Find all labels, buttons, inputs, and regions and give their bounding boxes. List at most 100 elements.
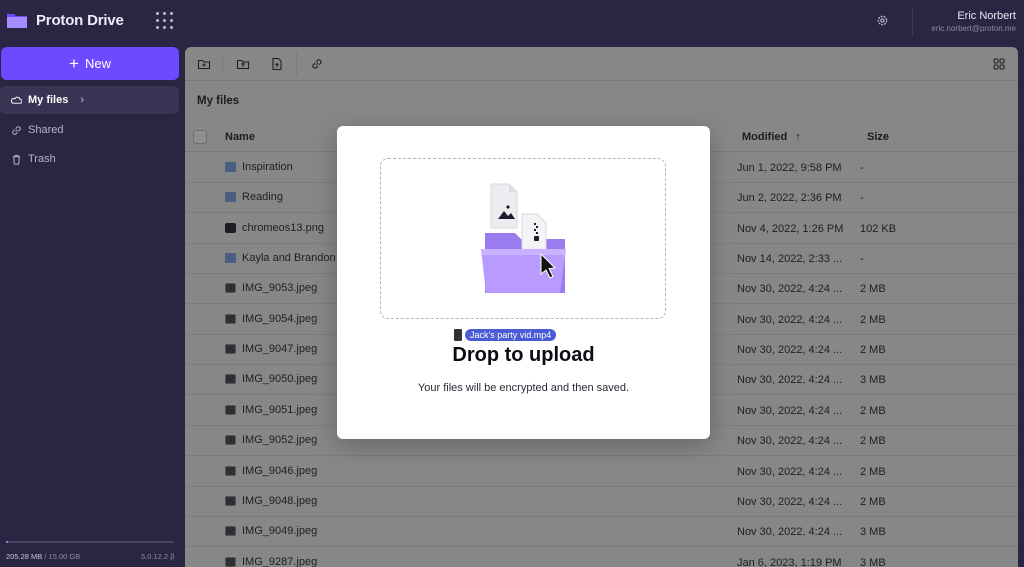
file-modified: Nov 30, 2022, 4:24 ... bbox=[737, 465, 843, 478]
video-file-icon bbox=[454, 329, 462, 341]
folder-icon bbox=[225, 192, 236, 203]
image-file-icon bbox=[225, 556, 236, 567]
sort-ascending-icon: ↑ bbox=[795, 131, 801, 143]
user-email: eric.norbert@proton.me bbox=[931, 24, 1016, 33]
sidebar-item-label: Trash bbox=[28, 153, 56, 165]
file-modified: Jan 6, 2023, 1:19 PM bbox=[737, 556, 842, 567]
sidebar-item-label: My files bbox=[28, 94, 69, 106]
trash-icon bbox=[12, 154, 21, 165]
drop-upload-dialog: Jack's party vid.mp4 Drop to upload Your… bbox=[337, 126, 710, 439]
table-row[interactable]: IMG_9048.jpeg Nov 30, 2022, 4:24 ... 2 MB bbox=[185, 487, 1018, 517]
link-icon bbox=[12, 125, 21, 135]
image-file-icon bbox=[225, 404, 236, 415]
file-size: 2 MB bbox=[860, 435, 886, 448]
app-version: 5.0.12.2 β bbox=[141, 552, 175, 561]
file-size: 2 MB bbox=[860, 344, 886, 357]
file-name: IMG_9046.jpeg bbox=[242, 464, 318, 477]
file-name-cell: IMG_9048.jpeg bbox=[225, 495, 317, 507]
apps-grid-icon[interactable] bbox=[156, 12, 174, 30]
upload-file-icon[interactable] bbox=[270, 57, 284, 71]
file-size: 3 MB bbox=[860, 374, 886, 387]
proton-drive-logo-icon bbox=[7, 14, 27, 28]
column-header-size[interactable]: Size bbox=[867, 131, 889, 143]
grid-view-icon[interactable] bbox=[992, 57, 1006, 71]
file-modified: Nov 30, 2022, 4:24 ... bbox=[737, 283, 843, 296]
file-size: - bbox=[860, 162, 864, 174]
new-folder-icon[interactable] bbox=[197, 57, 211, 71]
sidebar-item-shared[interactable]: Shared bbox=[0, 116, 179, 144]
column-header-modified-label: Modified bbox=[742, 131, 788, 143]
storage-total: / 15.00 GB bbox=[44, 552, 81, 561]
file-size: - bbox=[860, 253, 864, 266]
column-header-name[interactable]: Name bbox=[225, 131, 255, 143]
table-row[interactable]: IMG_9046.jpeg Nov 30, 2022, 4:24 ... 2 MB bbox=[185, 457, 1018, 487]
file-size: 2 MB bbox=[860, 465, 886, 478]
cloud-icon bbox=[11, 96, 22, 104]
image-file-icon bbox=[225, 283, 236, 294]
toolbar bbox=[185, 47, 1018, 81]
file-name-cell: IMG_9054.jpeg bbox=[225, 313, 317, 325]
table-row[interactable]: IMG_9049.jpeg Nov 30, 2022, 4:24 ... 3 MB bbox=[185, 517, 1018, 548]
new-button-label: New bbox=[84, 56, 111, 71]
file-modified: Nov 30, 2022, 4:24 ... bbox=[737, 495, 843, 508]
file-name: IMG_9051.jpeg bbox=[242, 403, 318, 416]
new-button[interactable]: + New bbox=[1, 47, 179, 80]
file-name: IMG_9048.jpeg bbox=[242, 494, 318, 507]
image-file-icon bbox=[225, 495, 236, 506]
sidebar-item-my-files[interactable]: My files › bbox=[0, 86, 179, 114]
select-all-checkbox[interactable] bbox=[193, 130, 207, 144]
table-row[interactable]: IMG_9287.jpeg Jan 6, 2023, 1:19 PM 3 MB bbox=[185, 548, 1018, 567]
file-size: 2 MB bbox=[860, 404, 886, 417]
storage-used: 205.28 MB bbox=[6, 552, 43, 561]
file-name: IMG_9052.jpeg bbox=[242, 434, 318, 447]
sidebar-item-trash[interactable]: Trash bbox=[0, 145, 179, 173]
user-name: Eric Norbert bbox=[957, 10, 1016, 22]
top-bar: Proton Drive Eric Norbert eric.norbert@p… bbox=[0, 0, 1024, 44]
upload-folder-icon[interactable] bbox=[236, 57, 250, 71]
file-name: IMG_9054.jpeg bbox=[242, 312, 318, 325]
file-size: 2 MB bbox=[860, 283, 886, 296]
file-name-cell: Inspiration bbox=[225, 161, 293, 173]
dialog-subtitle: Your files will be encrypted and then sa… bbox=[417, 382, 630, 394]
file-name-cell: IMG_9287.jpeg bbox=[225, 556, 317, 567]
image-file-icon bbox=[225, 435, 236, 446]
file-modified: Nov 30, 2022, 4:24 ... bbox=[737, 313, 843, 326]
folder-icon bbox=[225, 253, 236, 264]
file-name-cell: IMG_9047.jpeg bbox=[225, 343, 317, 355]
image-file-icon bbox=[225, 222, 236, 233]
file-name: Kayla and Brandon bbox=[242, 252, 336, 265]
dragged-file-name: Jack's party vid.mp4 bbox=[465, 329, 557, 341]
drop-zone[interactable] bbox=[380, 158, 666, 319]
file-name-cell: IMG_9049.jpeg bbox=[225, 525, 317, 537]
chevron-right-icon[interactable]: › bbox=[80, 94, 84, 106]
file-name: chromeos13.png bbox=[242, 221, 324, 234]
file-modified: Nov 30, 2022, 4:24 ... bbox=[737, 374, 843, 387]
app-logo[interactable]: Proton Drive bbox=[6, 11, 124, 29]
file-modified: Nov 30, 2022, 4:24 ... bbox=[737, 404, 843, 417]
file-modified: Nov 4, 2022, 1:26 PM bbox=[737, 222, 844, 235]
storage-progress bbox=[6, 541, 174, 543]
image-file-icon bbox=[225, 344, 236, 355]
column-header-modified[interactable]: Modified ↑ bbox=[742, 131, 801, 143]
share-link-icon[interactable] bbox=[310, 57, 324, 71]
file-name-cell: IMG_9051.jpeg bbox=[225, 404, 317, 416]
file-modified: Nov 30, 2022, 4:24 ... bbox=[737, 526, 843, 539]
file-modified: Nov 14, 2022, 2:33 ... bbox=[737, 253, 843, 266]
file-name: Reading bbox=[242, 191, 283, 204]
file-name: IMG_9050.jpeg bbox=[242, 373, 318, 386]
file-name: Inspiration bbox=[242, 161, 293, 173]
sidebar: + New My files › Shared Trash 205.28 MB … bbox=[0, 44, 184, 567]
file-modified: Jun 2, 2022, 2:36 PM bbox=[737, 192, 842, 205]
dragged-file-chip: Jack's party vid.mp4 bbox=[454, 329, 557, 341]
file-name-cell: IMG_9053.jpeg bbox=[225, 282, 317, 294]
file-name: IMG_9287.jpeg bbox=[242, 555, 318, 567]
gear-icon[interactable] bbox=[876, 14, 889, 27]
file-modified: Nov 30, 2022, 4:24 ... bbox=[737, 435, 843, 448]
file-size: 2 MB bbox=[860, 495, 886, 508]
image-file-icon bbox=[225, 465, 236, 476]
user-menu[interactable]: Eric Norbert eric.norbert@proton.me bbox=[931, 10, 1016, 33]
image-file-icon bbox=[225, 313, 236, 324]
folder-icon bbox=[225, 162, 236, 172]
folder-upload-illustration-icon bbox=[481, 183, 566, 293]
file-size: 2 MB bbox=[860, 313, 886, 326]
